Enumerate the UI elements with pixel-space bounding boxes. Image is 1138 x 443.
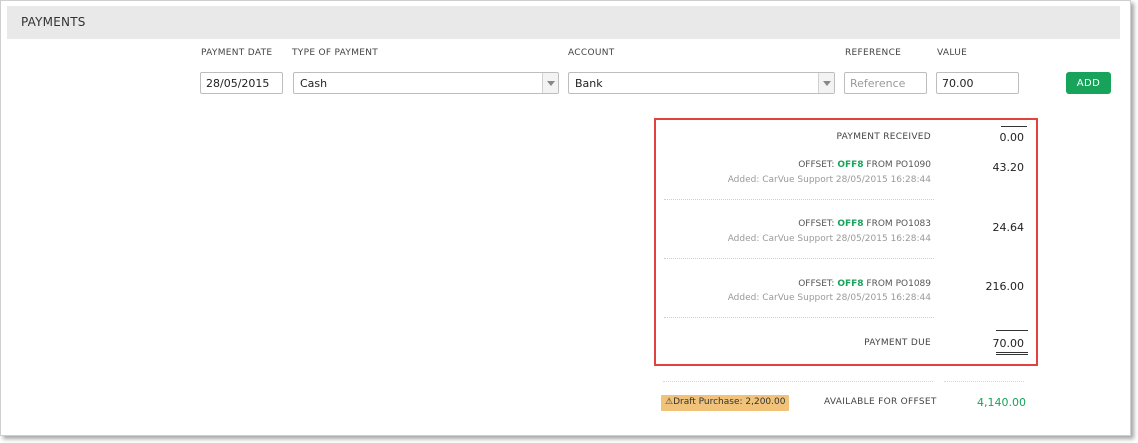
value-label: VALUE: [937, 48, 968, 58]
value-input[interactable]: [936, 72, 1019, 94]
row-divider: [664, 317, 934, 318]
chevron-down-icon[interactable]: [542, 73, 558, 93]
offset-po: PO1089: [895, 279, 931, 289]
payment-due-overline: [996, 330, 1028, 331]
offset-po: PO1083: [895, 219, 931, 229]
offset-code-link[interactable]: OFF8: [837, 279, 863, 289]
offset-code-link[interactable]: OFF8: [837, 219, 863, 229]
type-of-payment-value: Cash: [300, 77, 328, 90]
reference-label: REFERENCE: [845, 48, 902, 58]
offset-po: PO1090: [895, 160, 931, 170]
offset-amount: 43.20: [992, 161, 1025, 174]
payment-received-label: PAYMENT RECEIVED: [836, 132, 931, 142]
available-for-offset-value: 4,140.00: [977, 396, 1026, 409]
offset-code-link[interactable]: OFF8: [837, 160, 863, 170]
type-of-payment-select[interactable]: Cash: [293, 72, 559, 94]
divider: [944, 381, 1024, 382]
offset-amount: 24.64: [992, 221, 1025, 234]
payment-date-input[interactable]: [200, 72, 283, 94]
offset-line: OFFSET: OFF8 FROM PO1090: [798, 160, 931, 170]
account-select[interactable]: Bank: [568, 72, 835, 94]
account-value: Bank: [575, 77, 603, 90]
section-title: PAYMENTS: [21, 15, 86, 29]
payment-received-overline: [1001, 126, 1027, 127]
warning-triangle-icon: ⚠: [665, 397, 674, 407]
payment-due-label: PAYMENT DUE: [864, 338, 931, 348]
type-of-payment-label: TYPE OF PAYMENT: [292, 48, 379, 58]
offset-added-info: Added: CarVue Support 28/05/2015 16:28:4…: [727, 175, 931, 185]
row-divider: [664, 258, 934, 259]
payment-date-label: PAYMENT DATE: [201, 48, 273, 58]
payment-received-value: 0.00: [999, 131, 1025, 144]
payment-summary-highlight: PAYMENT RECEIVED 0.00 OFFSET: OFF8 FROM …: [654, 118, 1038, 366]
payments-panel: PAYMENTS PAYMENT DATE TYPE OF PAYMENT AC…: [0, 0, 1131, 436]
offset-line: OFFSET: OFF8 FROM PO1089: [798, 279, 931, 289]
account-label: ACCOUNT: [568, 48, 615, 58]
payments-section-header: PAYMENTS: [7, 6, 1120, 39]
offset-amount: 216.00: [985, 280, 1025, 293]
divider: [663, 381, 933, 382]
draft-purchase-badge: ⚠Draft Purchase: 2,200.00: [661, 395, 790, 411]
payment-due-double-underline: [996, 352, 1028, 355]
add-payment-button[interactable]: ADD: [1066, 72, 1111, 94]
row-divider: [664, 199, 934, 200]
reference-input[interactable]: [844, 72, 927, 94]
offset-added-info: Added: CarVue Support 28/05/2015 16:28:4…: [727, 293, 931, 303]
offset-line: OFFSET: OFF8 FROM PO1083: [798, 219, 931, 229]
payment-due-value: 70.00: [992, 337, 1025, 350]
chevron-down-icon[interactable]: [818, 73, 834, 93]
available-for-offset-label: AVAILABLE FOR OFFSET: [824, 397, 937, 407]
offset-added-info: Added: CarVue Support 28/05/2015 16:28:4…: [727, 234, 931, 244]
